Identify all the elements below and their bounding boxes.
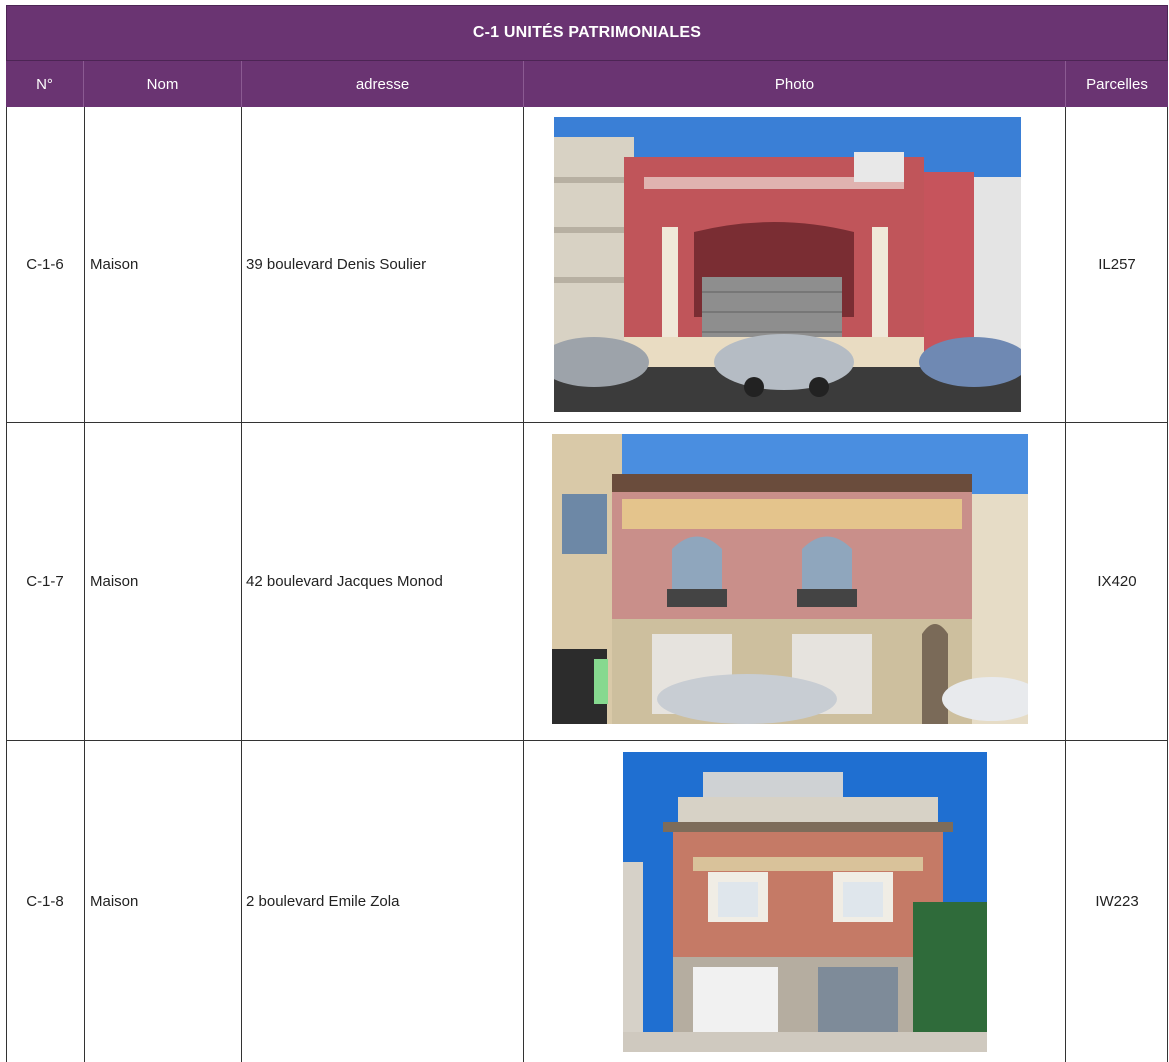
column-header-nom: Nom: [84, 61, 242, 107]
table-row-parcelles: IW223: [1095, 893, 1139, 910]
table-row-num: C-1-7: [26, 573, 64, 590]
table-row-num: C-1-6: [26, 256, 64, 273]
column-header-num: N°: [6, 61, 84, 107]
column-header-photo: Photo: [524, 61, 1066, 107]
building-photo: [623, 752, 987, 1052]
building-photo: [554, 117, 1021, 412]
table-row-adresse: 2 boulevard Emile Zola: [246, 893, 400, 910]
table-body: C-1-6 Maison 39 boulevard Denis Soulier …: [6, 107, 1168, 1062]
column-divider: [84, 107, 85, 1062]
table-row-num: C-1-8: [26, 893, 64, 910]
column-header-row: N° Nom adresse Photo Parcelles: [6, 61, 1168, 107]
table-row-parcelles: IL257: [1098, 256, 1136, 273]
table-row-nom: Maison: [90, 893, 139, 910]
column-divider: [523, 107, 524, 1062]
column-header-adresse: adresse: [242, 61, 524, 107]
table-row-nom: Maison: [90, 256, 139, 273]
table-row-parcelles: IX420: [1097, 573, 1137, 590]
column-header-parcelles: Parcelles: [1086, 75, 1148, 93]
building-photo: [552, 434, 1028, 724]
table-title: C-1 UNITÉS PATRIMONIALES: [6, 5, 1168, 61]
table-row-adresse: 42 boulevard Jacques Monod: [246, 573, 443, 590]
table-row-adresse: 39 boulevard Denis Soulier: [246, 256, 427, 273]
table-row-nom: Maison: [90, 573, 139, 590]
column-divider: [241, 107, 242, 1062]
